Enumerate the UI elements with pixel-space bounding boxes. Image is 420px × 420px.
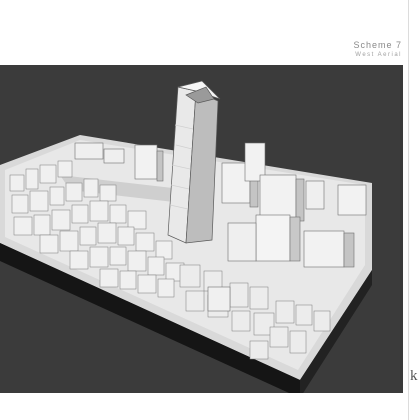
scheme-title: Scheme 7 <box>353 40 402 50</box>
massing-model-render <box>0 80 372 393</box>
margin-divider <box>408 0 409 420</box>
view-subtitle: West Aerial <box>355 52 402 58</box>
main-tower <box>167 80 221 244</box>
brand-logo: k <box>410 368 418 384</box>
